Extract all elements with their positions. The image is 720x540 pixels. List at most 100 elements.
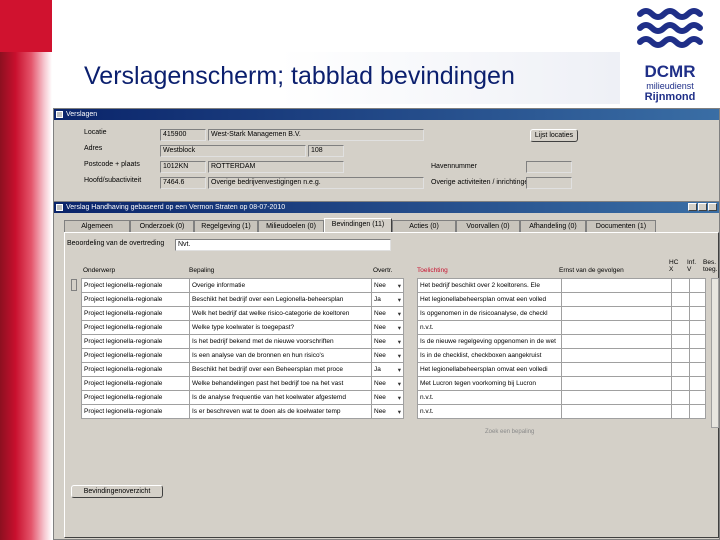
onderwerp-cell[interactable]: Project legionella-regionale — [81, 278, 190, 293]
ernst-gevolgen-cell[interactable] — [561, 320, 672, 335]
onderwerp-cell[interactable]: Project legionella-regionale — [81, 362, 190, 377]
bepaling-cell[interactable]: Beschikt het bedrijf over een Legionella… — [189, 292, 372, 307]
table-row[interactable]: n.v.t. — [417, 320, 706, 335]
overtr-select[interactable]: Nee ▾ — [371, 278, 404, 293]
bepaling-cell[interactable]: Overige informatie — [189, 278, 372, 293]
chevron-down-icon[interactable]: ▾ — [398, 408, 403, 416]
hc-checkbox[interactable] — [671, 292, 690, 307]
inf-checkbox[interactable] — [689, 348, 706, 363]
onderwerp-cell[interactable]: Project legionella-regionale — [81, 390, 190, 405]
inf-checkbox[interactable] — [689, 362, 706, 377]
hc-checkbox[interactable] — [671, 306, 690, 321]
overtr-select[interactable]: Nee ▾ — [371, 334, 404, 349]
overtr-select[interactable]: Nee ▾ — [371, 306, 404, 321]
adres-street-field[interactable]: Westblock — [160, 145, 306, 157]
overtr-select[interactable]: Nee ▾ — [371, 404, 404, 419]
ernst-gevolgen-cell[interactable] — [561, 292, 672, 307]
overtr-select[interactable]: Ja ▾ — [371, 362, 404, 377]
chevron-down-icon[interactable]: ▾ — [398, 338, 403, 346]
tab-bevindingen[interactable]: Bevindingen (11) — [324, 218, 392, 232]
bepaling-cell[interactable]: Is de analyse frequentie van het koelwat… — [189, 390, 372, 405]
table-row[interactable]: Project legionella-regionale Beschikt het… — [81, 362, 404, 377]
table-row[interactable]: Project legionella-regionale Is een analy… — [81, 348, 404, 363]
ernst-gevolgen-cell[interactable] — [561, 390, 672, 405]
maximize-button[interactable] — [698, 203, 707, 211]
tab-regelgeving[interactable]: Regelgeving (1) — [194, 220, 258, 232]
table-row[interactable]: Project legionella-regionale Beschikt het… — [81, 292, 404, 307]
inf-checkbox[interactable] — [689, 306, 706, 321]
bepaling-cell[interactable]: Welke behandelingen past het bedrijf toe… — [189, 376, 372, 391]
table-row[interactable]: Project legionella-regionale Is de analys… — [81, 390, 404, 405]
ernst-gevolgen-cell[interactable] — [561, 278, 672, 293]
table-row[interactable]: Is de nieuwe regelgeving opgenomen in de… — [417, 334, 706, 349]
onderwerp-cell[interactable]: Project legionella-regionale — [81, 376, 190, 391]
outer-titlebar[interactable]: Verslagen — [54, 109, 719, 120]
hc-checkbox[interactable] — [671, 376, 690, 391]
bepaling-cell[interactable]: Is een analyse van de bronnen en hun ris… — [189, 348, 372, 363]
overtr-select[interactable]: Nee ▾ — [371, 348, 404, 363]
tab-voorvallen[interactable]: Voorvallen (0) — [456, 220, 520, 232]
tab-afhandeling[interactable]: Afhandeling (0) — [520, 220, 586, 232]
locatie-name-field[interactable]: West-Stark Managemen B.V. — [208, 129, 424, 141]
chevron-down-icon[interactable]: ▾ — [398, 380, 403, 388]
ernst-gevolgen-cell[interactable] — [561, 348, 672, 363]
tab-algemeen[interactable]: Algemeen — [64, 220, 130, 232]
inf-checkbox[interactable] — [689, 292, 706, 307]
inf-checkbox[interactable] — [689, 334, 706, 349]
adres-number-field[interactable]: 108 — [308, 145, 344, 157]
row-marker[interactable] — [71, 279, 77, 291]
tab-onderzoek[interactable]: Onderzoek (0) — [130, 220, 194, 232]
chevron-down-icon[interactable]: ▾ — [398, 352, 403, 360]
toelichting-cell[interactable]: n.v.t. — [417, 390, 562, 405]
tab-acties[interactable]: Acties (0) — [392, 220, 456, 232]
chevron-down-icon[interactable]: ▾ — [398, 324, 403, 332]
inf-checkbox[interactable] — [689, 376, 706, 391]
minimize-button[interactable] — [688, 203, 697, 211]
hoofdsubactiviteit-desc-field[interactable]: Overige bedrijvenvestigingen n.e.g. — [208, 177, 424, 189]
toelichting-cell[interactable]: Is opgenomen in de risicoanalyse, de che… — [417, 306, 562, 321]
overtr-select[interactable]: Nee ▾ — [371, 390, 404, 405]
plaats-field[interactable]: ROTTERDAM — [208, 161, 344, 173]
ernst-gevolgen-cell[interactable] — [561, 306, 672, 321]
inf-checkbox[interactable] — [689, 278, 706, 293]
chevron-down-icon[interactable]: ▾ — [398, 296, 403, 304]
lijst-locaties-button[interactable]: Lijst locaties — [530, 129, 578, 142]
overige-activiteiten-field[interactable] — [526, 177, 572, 189]
toelichting-cell[interactable]: n.v.t. — [417, 320, 562, 335]
hc-checkbox[interactable] — [671, 404, 690, 419]
tab-documenten[interactable]: Documenten (1) — [586, 220, 656, 232]
table-row[interactable]: Met Lucron tegen voorkoming bij Lucron — [417, 376, 706, 391]
toelichting-cell[interactable]: Is in de checklist, checkboxen aangekrui… — [417, 348, 562, 363]
table-row[interactable]: Het bedrijf beschikt over 2 koeltorens. … — [417, 278, 706, 293]
ernst-gevolgen-cell[interactable] — [561, 404, 672, 419]
table-row[interactable]: n.v.t. — [417, 404, 706, 419]
table-row[interactable]: Is in de checklist, checkboxen aangekrui… — [417, 348, 706, 363]
close-button[interactable] — [708, 203, 717, 211]
toelichting-cell[interactable]: Het legionellabeheersplan omvat een voll… — [417, 362, 562, 377]
table-row[interactable]: Project legionella-regionale Welke type k… — [81, 320, 404, 335]
onderwerp-cell[interactable]: Project legionella-regionale — [81, 292, 190, 307]
toelichting-cell[interactable]: Het bedrijf beschikt over 2 koeltorens. … — [417, 278, 562, 293]
onderwerp-cell[interactable]: Project legionella-regionale — [81, 334, 190, 349]
bepaling-cell[interactable]: Is het bedrijf bekend met de nieuwe voor… — [189, 334, 372, 349]
table-row[interactable]: Project legionella-regionale Overige info… — [81, 278, 404, 293]
hoofdsubactiviteit-code-field[interactable]: 7464.6 — [160, 177, 206, 189]
overtr-select[interactable]: Ja ▾ — [371, 292, 404, 307]
hc-checkbox[interactable] — [671, 390, 690, 405]
ernst-gevolgen-cell[interactable] — [561, 376, 672, 391]
hc-checkbox[interactable] — [671, 320, 690, 335]
tab-milieudoelen[interactable]: Milieudoelen (0) — [258, 220, 324, 232]
ernst-gevolgen-cell[interactable] — [561, 362, 672, 377]
havennummer-field[interactable] — [526, 161, 572, 173]
table-row[interactable]: Project legionella-regionale Is er beschr… — [81, 404, 404, 419]
toelichting-cell[interactable]: Is de nieuwe regelgeving opgenomen in de… — [417, 334, 562, 349]
beoordeling-field[interactable]: Nvt. — [175, 239, 391, 251]
onderwerp-cell[interactable]: Project legionella-regionale — [81, 404, 190, 419]
grid-scrollbar[interactable] — [711, 278, 719, 428]
onderwerp-cell[interactable]: Project legionella-regionale — [81, 306, 190, 321]
onderwerp-cell[interactable]: Project legionella-regionale — [81, 348, 190, 363]
inner-titlebar[interactable]: Verslag Handhaving gebaseerd op een Verm… — [54, 202, 719, 213]
table-row[interactable]: Is opgenomen in de risicoanalyse, de che… — [417, 306, 706, 321]
bepaling-cell[interactable]: Welke type koelwater is toegepast? — [189, 320, 372, 335]
chevron-down-icon[interactable]: ▾ — [398, 282, 403, 290]
